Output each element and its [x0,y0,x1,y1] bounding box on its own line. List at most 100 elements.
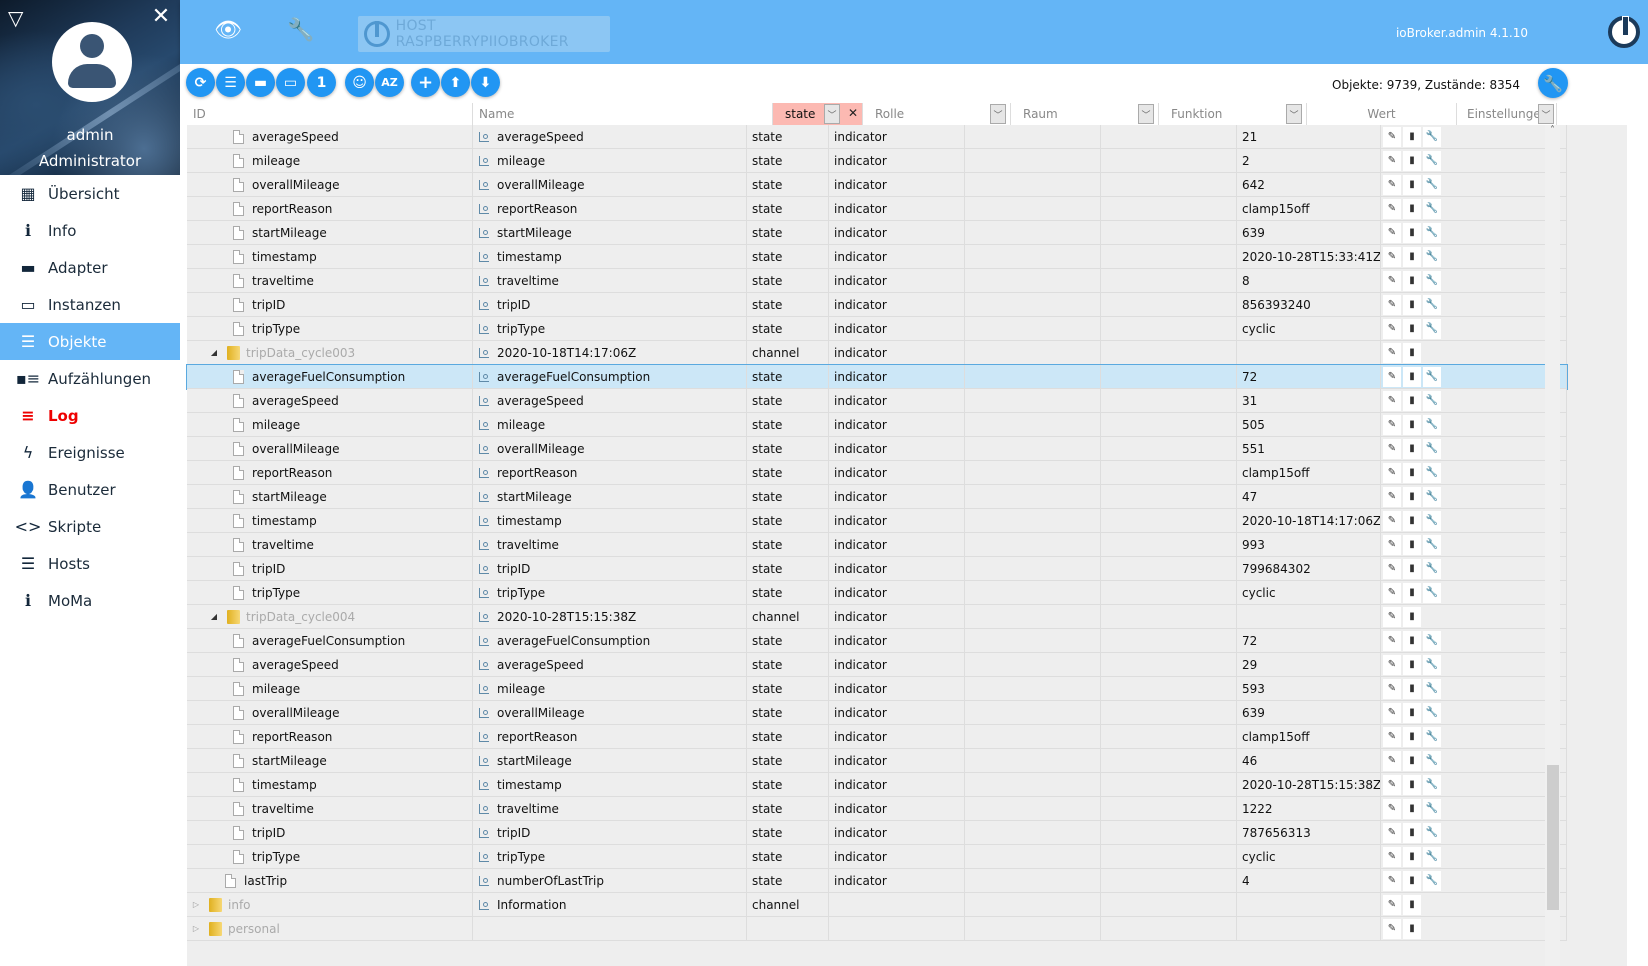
table-row[interactable]: tripID tripID state indicator 856393240 ✎ ▮ 🔧 [187,292,1567,317]
sidebar-item-adapter[interactable]: ▬ Adapter [0,249,180,286]
edit-icon[interactable]: ✎ [1383,750,1401,771]
delete-icon[interactable]: ▮ [1403,750,1421,771]
table-row[interactable]: lastTrip numberOfLastTrip state indicator 4 ✎… [187,868,1567,893]
table-row[interactable]: averageFuelConsumption averageFuelConsump… [186,364,1568,390]
eye-icon[interactable]: 👁 [213,18,243,48]
edit-icon[interactable]: ✎ [1383,342,1401,363]
edit-icon[interactable]: ✎ [1383,462,1401,483]
delete-icon[interactable]: ▮ [1403,222,1421,243]
table-row[interactable]: averageFuelConsumption averageFuelConsump… [187,628,1567,653]
delete-icon[interactable]: ▮ [1403,366,1421,387]
table-row[interactable]: tripType tripType state indicator cyclic ✎ ▮ 🔧 [187,844,1567,869]
host-selector[interactable]: HOST RASPBERRYPIIOBROKER [358,16,610,52]
sidebar-item-skripte[interactable]: <> Skripte [0,508,180,545]
edit-icon[interactable]: ✎ [1383,654,1401,675]
edit-icon[interactable]: ✎ [1383,822,1401,843]
edit-icon[interactable]: ✎ [1383,702,1401,723]
table-row[interactable]: overallMileage overallMileage state indicat… [187,172,1567,197]
delete-icon[interactable]: ▮ [1403,558,1421,579]
wrench-icon[interactable]: 🔧 [1423,822,1441,843]
settings-wrench-button[interactable]: 🔧 [1538,68,1568,98]
edit-icon[interactable]: ✎ [1383,846,1401,867]
delete-icon[interactable]: ▮ [1403,198,1421,219]
table-row[interactable]: mileage mileage state indicator 593 ✎ ▮ 🔧 [187,676,1567,701]
wrench-icon[interactable]: 🔧 [1423,678,1441,699]
type-filter[interactable]: state ﹀ ✕ [773,103,863,125]
function-dropdown-icon[interactable]: ﹀ [1286,104,1302,124]
expanded-toggle-icon[interactable]: ◢ [209,348,219,357]
delete-icon[interactable]: ▮ [1403,702,1421,723]
wrench-icon[interactable]: 🔧 [1423,270,1441,291]
table-row[interactable]: reportReason reportReason state indicator cl… [187,196,1567,221]
column-header-settings[interactable]: Einstellungen ﹀ [1457,103,1557,125]
table-row[interactable]: timestamp timestamp state indicator 2020-10-… [187,244,1567,269]
wrench-icon[interactable]: 🔧 [1423,174,1441,195]
wrench-icon[interactable]: 🔧 [1423,654,1441,675]
channel-row[interactable]: ▷ personal ✎ ▮ [187,916,1567,941]
sidebar-item-log[interactable]: ≡ Log [0,397,180,434]
column-header-name[interactable]: Name [473,103,773,125]
edit-icon[interactable]: ✎ [1383,366,1401,387]
delete-icon[interactable]: ▮ [1403,606,1421,627]
wrench-icon[interactable]: 🔧 [1423,870,1441,891]
sidebar-item-hosts[interactable]: ☰ Hosts [0,545,180,582]
edit-icon[interactable]: ✎ [1383,534,1401,555]
edit-icon[interactable]: ✎ [1383,726,1401,747]
refresh-button[interactable]: ⟳ [186,68,215,97]
edit-icon[interactable]: ✎ [1383,318,1401,339]
delete-icon[interactable]: ▮ [1403,774,1421,795]
table-row[interactable]: startMileage startMileage state indicator 47… [187,484,1567,509]
delete-icon[interactable]: ▮ [1403,246,1421,267]
collapsed-toggle-icon[interactable]: ▷ [191,900,201,909]
edit-icon[interactable]: ✎ [1383,126,1401,147]
edit-icon[interactable]: ✎ [1383,294,1401,315]
expand-all-button[interactable]: ▬ [246,68,275,97]
sidebar-item-aufz-hlungen[interactable]: ▪≡ Aufzählungen [0,360,180,397]
wrench-icon[interactable]: 🔧 [1423,246,1441,267]
wrench-icon[interactable]: 🔧 [1423,486,1441,507]
sidebar-item-ereignisse[interactable]: ϟ Ereignisse [0,434,180,471]
table-row[interactable]: timestamp timestamp state indicator 2020-10-… [187,508,1567,533]
menu-toggle-icon[interactable]: ▽ [8,8,30,30]
iobroker-brand-icon[interactable] [1608,16,1640,48]
function-filter[interactable]: Funktion ﹀ [1159,103,1307,125]
column-header-value[interactable]: Wert [1307,103,1457,125]
sidebar-item-moma[interactable]: ℹ MoMa [0,582,180,619]
wrench-icon[interactable]: 🔧 [1423,462,1441,483]
delete-icon[interactable]: ▮ [1403,390,1421,411]
table-row[interactable]: startMileage startMileage state indicator 63… [187,220,1567,245]
delete-icon[interactable]: ▮ [1403,486,1421,507]
close-sidebar-icon[interactable]: ✕ [150,6,172,28]
edit-icon[interactable]: ✎ [1383,606,1401,627]
expand-one-level-button[interactable]: 1 [307,68,336,97]
add-object-button[interactable]: + [411,68,440,97]
download-button[interactable]: ⬇ [471,68,500,97]
table-row[interactable]: mileage mileage state indicator 2 ✎ ▮ 🔧 [187,148,1567,173]
table-row[interactable]: tripType tripType state indicator cyclic ✎ ▮ 🔧 [187,580,1567,605]
table-row[interactable]: averageSpeed averageSpeed state indicator 31… [187,388,1567,413]
edit-icon[interactable]: ✎ [1383,486,1401,507]
delete-icon[interactable]: ▮ [1403,126,1421,147]
channel-row[interactable]: ▷ info Information channel ✎ ▮ [187,892,1567,917]
table-row[interactable]: timestamp timestamp state indicator 2020-10-… [187,772,1567,797]
edit-icon[interactable]: ✎ [1383,558,1401,579]
wrench-icon[interactable]: 🔧 [1423,222,1441,243]
table-row[interactable]: tripType tripType state indicator cyclic ✎ ▮ 🔧 [187,316,1567,341]
sidebar-item-info[interactable]: ℹ Info [0,212,180,249]
expanded-toggle-icon[interactable]: ◢ [209,612,219,621]
wrench-icon[interactable]: 🔧 [1423,774,1441,795]
table-row[interactable]: reportReason reportReason state indicator cl… [187,460,1567,485]
edit-icon[interactable]: ✎ [1383,414,1401,435]
delete-icon[interactable]: ▮ [1403,318,1421,339]
wrench-icon[interactable]: 🔧 [1423,510,1441,531]
wrench-icon[interactable]: 🔧 [286,18,316,48]
scroll-up-icon[interactable]: ˄ [1545,125,1560,139]
role-dropdown-icon[interactable]: ﹀ [990,104,1006,124]
delete-icon[interactable]: ▮ [1403,582,1421,603]
vertical-scrollbar[interactable]: ˄ [1545,125,1560,966]
edit-icon[interactable]: ✎ [1383,222,1401,243]
delete-icon[interactable]: ▮ [1403,294,1421,315]
wrench-icon[interactable]: 🔧 [1423,750,1441,771]
delete-icon[interactable]: ▮ [1403,270,1421,291]
role-filter[interactable]: Rolle ﹀ [863,103,1011,125]
